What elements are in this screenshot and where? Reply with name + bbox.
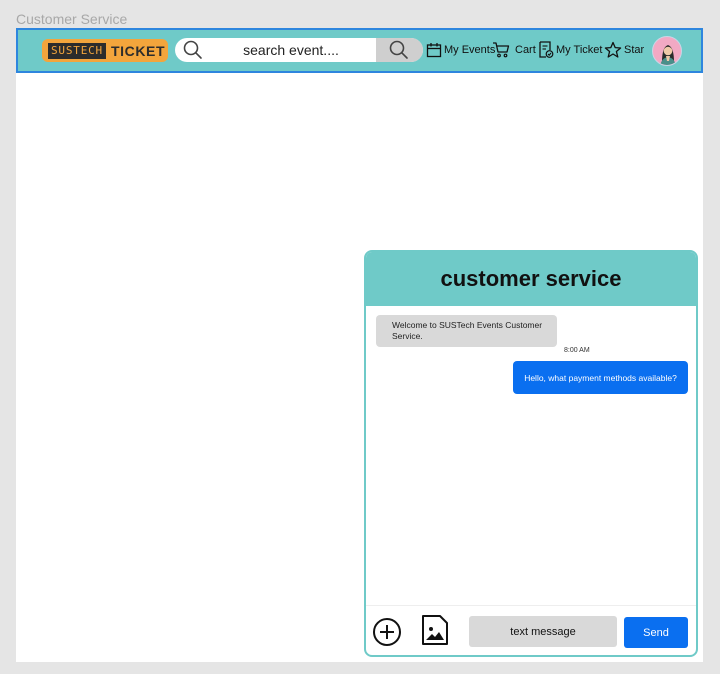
nav-star[interactable]: Star bbox=[604, 39, 644, 61]
customer-service-chat: customer service Welcome to SUSTech Even… bbox=[364, 250, 698, 657]
page-frame: SUSTECH TICKET My Event bbox=[16, 28, 703, 662]
frame-label: Customer Service bbox=[16, 11, 128, 27]
calendar-icon bbox=[426, 43, 442, 58]
message-input[interactable] bbox=[469, 616, 617, 647]
nav-my-events[interactable]: My Events bbox=[426, 39, 495, 61]
nav-my-ticket-label: My Ticket bbox=[556, 44, 603, 56]
chat-composer: Send bbox=[366, 605, 696, 655]
chat-header: customer service bbox=[366, 252, 696, 306]
search-icon bbox=[389, 40, 408, 59]
cart-icon bbox=[493, 42, 510, 58]
nav-my-ticket[interactable]: My Ticket bbox=[538, 39, 602, 61]
chat-title: customer service bbox=[440, 266, 622, 291]
nav-cart[interactable]: Cart bbox=[492, 39, 536, 61]
brand-logo[interactable]: SUSTECH TICKET bbox=[42, 39, 168, 62]
nav-cart-label: Cart bbox=[515, 44, 536, 56]
search-button[interactable] bbox=[376, 38, 423, 62]
star-icon bbox=[604, 41, 622, 58]
nav-my-events-label: My Events bbox=[444, 44, 496, 56]
user-message-bubble: Hello, what payment methods available? bbox=[513, 361, 688, 394]
avatar[interactable] bbox=[652, 36, 682, 66]
agent-message-bubble: Welcome to SUSTech Events Customer Servi… bbox=[376, 315, 557, 347]
logo-text-ticket: TICKET bbox=[110, 42, 166, 59]
nav-star-label: Star bbox=[624, 44, 645, 56]
add-circle-icon[interactable] bbox=[372, 617, 402, 647]
logo-text-sustech: SUSTECH bbox=[48, 42, 106, 59]
image-file-icon[interactable] bbox=[421, 614, 449, 646]
top-nav-bar: SUSTECH TICKET My Event bbox=[16, 28, 703, 73]
search-input[interactable] bbox=[211, 38, 371, 62]
user-avatar-icon bbox=[660, 45, 676, 65]
message-timestamp: 8:00 AM bbox=[564, 347, 590, 354]
ticket-icon bbox=[539, 41, 554, 58]
search-icon bbox=[183, 40, 202, 59]
search-bar bbox=[175, 38, 423, 62]
send-button[interactable]: Send bbox=[624, 617, 688, 648]
